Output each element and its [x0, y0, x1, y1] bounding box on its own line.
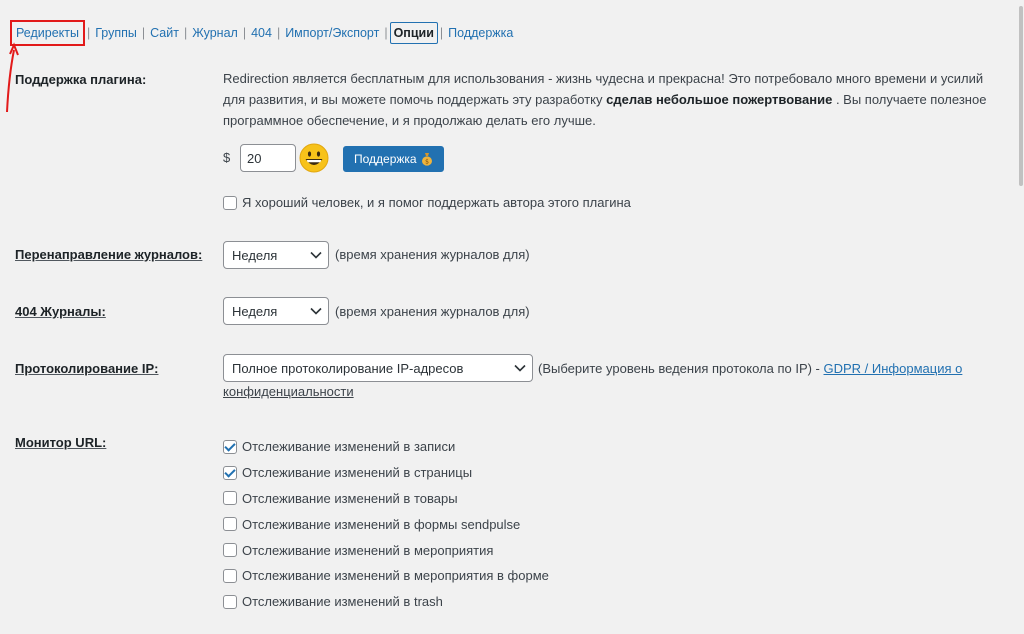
good-person-checkbox-label: Я хороший человек, и я помог поддержать …	[242, 195, 631, 210]
url-monitor-label: Монитор URL:	[15, 435, 107, 450]
good-person-checkbox-row[interactable]: Я хороший человек, и я помог поддержать …	[223, 195, 631, 210]
nav-groups-link[interactable]: Группы	[92, 23, 140, 43]
monitor-products-checkbox[interactable]	[223, 491, 237, 506]
support-button-label: Поддержка	[354, 152, 417, 166]
monitor-trash-label: Отслеживание изменений в trash	[242, 594, 443, 610]
money-bag-icon: $	[421, 153, 432, 166]
nav-separator: |	[439, 26, 444, 40]
support-description: Redirection является бесплатным для испо…	[223, 68, 1003, 131]
logs-404-select-value: Неделя	[232, 303, 278, 319]
nav-separator: |	[86, 26, 91, 40]
nav-support-link[interactable]: Поддержка	[445, 23, 516, 43]
nav-separator: |	[242, 26, 247, 40]
nav-options-link[interactable]: Опции	[389, 22, 438, 44]
privacy-link[interactable]: конфиденциальности	[223, 384, 354, 399]
monitor-pages-label: Отслеживание изменений в страницы	[242, 465, 473, 481]
ip-logging-hint-text: (Выберите уровень ведения протокола по I…	[538, 361, 820, 376]
monitor-events-label: Отслеживание изменений в мероприятия	[242, 542, 494, 558]
logs-404-hint: (время хранения журналов для)	[335, 304, 530, 319]
monitor-item-events[interactable]: Отслеживание изменений в мероприятия	[223, 537, 549, 563]
nav-log-link[interactable]: Журнал	[189, 23, 241, 43]
redirect-logs-label: Перенаправление журналов:	[15, 247, 203, 262]
nav-separator: |	[141, 26, 146, 40]
url-monitor-list: Отслеживание изменений в записи Отслежив…	[223, 434, 549, 615]
gdpr-privacy-link[interactable]: GDPR / Информация о	[824, 361, 963, 376]
redirect-logs-hint: (время хранения журналов для)	[335, 247, 530, 262]
ip-logging-select[interactable]: Полное протоколирование IP-адресов	[223, 354, 533, 382]
support-plugin-label: Поддержка плагина:	[15, 72, 147, 87]
nav-separator: |	[183, 26, 188, 40]
ip-logging-label: Протоколирование IP:	[15, 361, 159, 376]
ip-logging-select-value: Полное протоколирование IP-адресов	[232, 360, 464, 376]
donation-emphasis: сделав небольшое пожертвование	[606, 92, 833, 107]
monitor-events-form-checkbox[interactable]	[223, 568, 237, 583]
options-subnav: Редиректы | Группы | Сайт | Журнал | 404…	[10, 20, 516, 46]
monitor-item-events-form[interactable]: Отслеживание изменений в мероприятия в ф…	[223, 563, 549, 589]
monitor-item-products[interactable]: Отслеживание изменений в товары	[223, 486, 549, 512]
monitor-events-form-label: Отслеживание изменений в мероприятия в ф…	[242, 568, 549, 584]
chevron-down-icon	[514, 364, 526, 372]
good-person-checkbox[interactable]	[223, 195, 237, 210]
monitor-item-posts[interactable]: Отслеживание изменений в записи	[223, 434, 549, 460]
logs-404-select[interactable]: Неделя	[223, 297, 329, 325]
nav-separator: |	[276, 26, 281, 40]
monitor-item-sendpulse[interactable]: Отслеживание изменений в формы sendpulse	[223, 511, 549, 537]
monitor-sendpulse-checkbox[interactable]	[223, 517, 237, 532]
currency-symbol: $	[223, 150, 231, 165]
nav-import-export-link[interactable]: Импорт/Экспорт	[282, 23, 382, 43]
monitor-item-trash[interactable]: Отслеживание изменений в trash	[223, 589, 549, 615]
ip-logging-hint: (Выберите уровень ведения протокола по I…	[538, 361, 962, 376]
redirect-logs-select-value: Неделя	[232, 247, 278, 263]
nav-404-link[interactable]: 404	[248, 23, 275, 43]
page-scrollbar[interactable]	[1016, 0, 1024, 634]
monitor-events-checkbox[interactable]	[223, 543, 237, 558]
monitor-item-pages[interactable]: Отслеживание изменений в страницы	[223, 460, 549, 486]
logs-404-label: 404 Журналы:	[15, 304, 106, 319]
chevron-down-icon	[310, 251, 322, 259]
redirect-logs-select[interactable]: Неделя	[223, 241, 329, 269]
donation-amount-input[interactable]	[240, 144, 296, 172]
nav-separator: |	[384, 26, 388, 40]
nav-site-link[interactable]: Сайт	[147, 23, 182, 43]
monitor-sendpulse-label: Отслеживание изменений в формы sendpulse	[242, 516, 521, 532]
chevron-down-icon	[310, 307, 322, 315]
monitor-posts-checkbox[interactable]	[223, 439, 237, 454]
monitor-products-label: Отслеживание изменений в товары	[242, 490, 458, 506]
monitor-pages-checkbox[interactable]	[223, 465, 237, 480]
monitor-trash-checkbox[interactable]	[223, 594, 237, 609]
support-donate-button[interactable]: Поддержка $	[343, 146, 444, 172]
monitor-posts-label: Отслеживание изменений в записи	[242, 439, 456, 455]
scrollbar-thumb[interactable]	[1019, 6, 1023, 186]
grinning-face-icon	[299, 143, 329, 173]
svg-text:$: $	[425, 159, 429, 166]
